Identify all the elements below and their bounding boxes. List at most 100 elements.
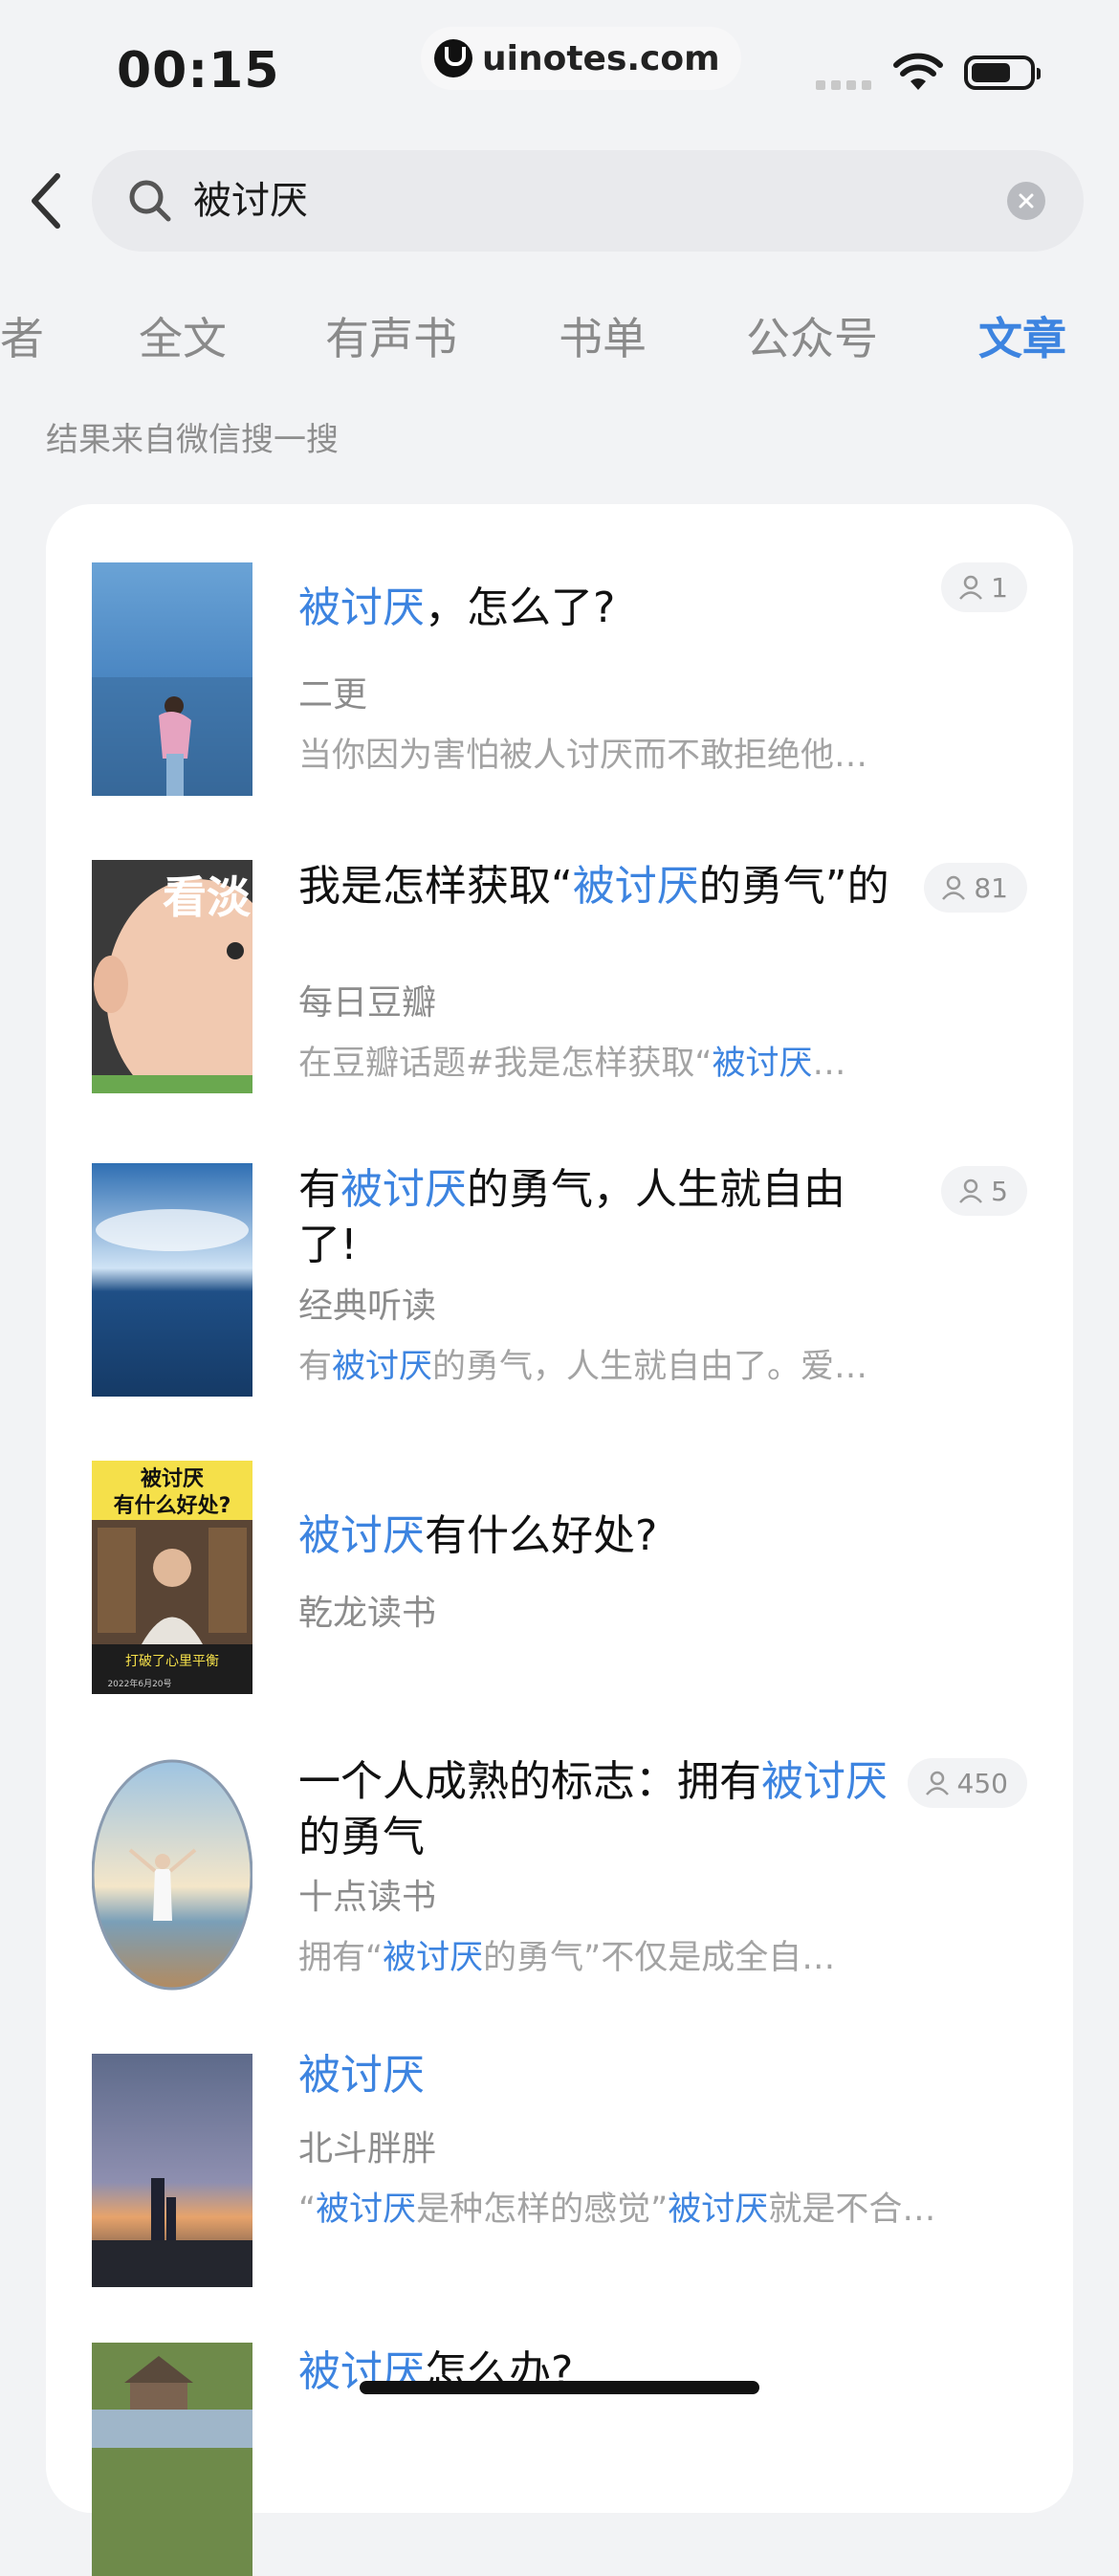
keyword-highlight: 被讨厌 (298, 583, 425, 632)
reader-count-badge: 81 (924, 863, 1027, 913)
list-item[interactable]: 被讨厌 有什么好处? 打破了心里平衡 2022年6月20号 被讨厌有什么好处? … (46, 1394, 1073, 1694)
article-title[interactable]: 被讨厌有什么好处? (298, 1508, 891, 1564)
reader-count: 81 (974, 871, 1008, 904)
thumbnail-text: 有什么好处? (114, 1493, 231, 1518)
watermark-logo-icon (434, 39, 472, 77)
thumbnail-text: 打破了心里平衡 (125, 1653, 219, 1669)
search-bar[interactable] (92, 150, 1084, 252)
article-snippet: 拥有“被讨厌的勇气”不仅是成全自… (298, 1930, 968, 1979)
article-snippet: 在豆瓣话题#我是怎样获取“被讨厌… (298, 1036, 968, 1085)
article-thumbnail: 被讨厌 有什么好处? 打破了心里平衡 2022年6月20号 (92, 1461, 252, 1694)
watermark-text: uinotes.com (482, 38, 720, 78)
clear-search-button[interactable] (1007, 182, 1045, 220)
close-icon (1019, 193, 1034, 209)
tab-official-account[interactable]: 公众号 (746, 304, 878, 367)
back-button[interactable] (17, 163, 75, 239)
battery-icon (964, 55, 1041, 90)
thumbnail-text: 2022年6月20号 (107, 1678, 171, 1689)
tab-articles[interactable]: 文章 (978, 304, 1066, 367)
list-item[interactable]: 有被讨厌的勇气，人生就自由了! 经典听读 有被讨厌的勇气，人生就自由了。爱… 5 (46, 1097, 1073, 1397)
source-note: 结果来自微信搜一搜 (46, 421, 339, 459)
text-segment: 的勇气”的 (698, 862, 889, 911)
text-segment: 的勇气 (298, 1813, 425, 1861)
article-title[interactable]: 被讨厌 (298, 2048, 891, 2103)
text-segment: 有什么好处? (425, 1511, 658, 1560)
article-thumbnail (92, 2054, 252, 2287)
text-segment: 在豆瓣话题#我是怎样获取“ (298, 1045, 713, 1083)
article-title[interactable]: 我是怎样获取“被讨厌的勇气”的 (298, 859, 891, 914)
tab-author[interactable]: 者 (0, 304, 44, 367)
home-indicator[interactable] (360, 2381, 759, 2394)
keyword-highlight: 被讨厌 (340, 1165, 467, 1214)
person-icon (925, 1771, 949, 1795)
article-thumbnail (92, 1758, 252, 1992)
text-segment: 的勇气，人生就自由了。爱… (432, 1348, 868, 1386)
keyword-highlight: 被讨厌 (298, 1511, 425, 1560)
article-author: 每日豆瓣 (298, 983, 437, 1023)
status-time: 00:15 (117, 42, 280, 99)
keyword-highlight: 被讨厌 (712, 1045, 813, 1083)
reader-count-badge: 450 (907, 1758, 1027, 1808)
search-input[interactable] (193, 150, 977, 252)
keyword-highlight: 被讨厌 (332, 1348, 433, 1386)
text-segment: 拥有“ (298, 1939, 384, 1977)
wifi-icon (893, 53, 943, 90)
keyword-highlight: 被讨厌 (668, 2191, 769, 2229)
article-author: 乾龙读书 (298, 1594, 437, 1633)
person-icon (942, 875, 966, 900)
text-segment: 有 (298, 1165, 340, 1214)
thumbnail-text: 被讨厌 (141, 1467, 204, 1491)
article-author: 北斗胖胖 (298, 2129, 437, 2169)
reader-count: 450 (956, 1767, 1008, 1799)
article-thumbnail (92, 2343, 252, 2576)
list-item[interactable]: 看淡 我是怎样获取“被讨厌的勇气”的 每日豆瓣 在豆瓣话题#我是怎样获取“被讨厌… (46, 801, 1073, 1097)
article-title[interactable]: 被讨厌，怎么了? (298, 581, 891, 636)
keyword-highlight: 被讨厌 (298, 2051, 425, 2100)
article-author: 经典听读 (298, 1287, 437, 1326)
watermark: uinotes.com (421, 27, 741, 90)
article-thumbnail (92, 562, 252, 796)
keyword-highlight: 被讨厌 (383, 1939, 484, 1977)
list-item[interactable]: 被讨厌，怎么了? 二更 当你因为害怕被人讨厌而不敢拒绝他… 1 (46, 504, 1073, 801)
reader-count-badge: 1 (941, 562, 1027, 612)
results-card: 被讨厌，怎么了? 二更 当你因为害怕被人讨厌而不敢拒绝他… 1 看淡 我是怎样获… (46, 504, 1073, 2576)
text-segment: ，怎么了? (425, 583, 616, 632)
keyword-highlight: 被讨厌 (761, 1757, 888, 1806)
article-author: 二更 (298, 675, 368, 715)
article-thumbnail: 看淡 (92, 860, 252, 1093)
article-title[interactable]: 有被讨厌的勇气，人生就自由了! (298, 1162, 891, 1273)
cellular-signal-icon (816, 80, 871, 90)
person-icon (959, 1178, 983, 1203)
tab-booklist[interactable]: 书单 (559, 304, 647, 367)
text-segment: … (812, 1045, 846, 1083)
chevron-left-icon (32, 173, 60, 229)
text-segment: “ (298, 2191, 317, 2229)
tab-fulltext[interactable]: 全文 (139, 304, 227, 367)
list-item[interactable]: 被讨厌怎么办? (46, 2283, 1073, 2576)
article-snippet: “被讨厌是种怎样的感觉”被讨厌就是不合… (298, 2182, 968, 2231)
text-segment: 有 (298, 1348, 333, 1386)
text-segment: 当你因为害怕被人讨厌而不敢拒绝他… (298, 737, 868, 775)
person-icon (959, 575, 983, 600)
tab-audiobook[interactable]: 有声书 (325, 304, 457, 367)
list-item[interactable]: 被讨厌 北斗胖胖 “被讨厌是种怎样的感觉”被讨厌就是不合… (46, 1987, 1073, 2287)
keyword-highlight: 被讨厌 (572, 862, 699, 911)
reader-count: 1 (991, 571, 1008, 604)
thumbnail-text: 看淡 (163, 871, 252, 923)
text-segment: 一个人成熟的标志：拥有 (298, 1757, 761, 1806)
text-segment: 我是怎样获取“ (298, 862, 573, 911)
reader-count: 5 (991, 1175, 1008, 1207)
status-bar: 00:15 uinotes.com (0, 0, 1119, 143)
text-segment: 是种怎样的感觉” (416, 2191, 669, 2229)
article-title[interactable]: 一个人成熟的标志：拥有被讨厌的勇气 (298, 1754, 891, 1865)
article-snippet: 当你因为害怕被人讨厌而不敢拒绝他… (298, 728, 968, 777)
text-segment: 的勇气”不仅是成全自… (483, 1939, 836, 1977)
list-item[interactable]: 一个人成熟的标志：拥有被讨厌的勇气 十点读书 拥有“被讨厌的勇气”不仅是成全自…… (46, 1690, 1073, 1992)
article-snippet: 有被讨厌的勇气，人生就自由了。爱… (298, 1339, 968, 1388)
search-icon (129, 180, 171, 222)
reader-count-badge: 5 (941, 1166, 1027, 1216)
keyword-highlight: 被讨厌 (316, 2191, 417, 2229)
article-thumbnail (92, 1163, 252, 1397)
article-author: 十点读书 (298, 1878, 437, 1917)
category-tabs: 者 全文 有声书 书单 公众号 文章 (0, 304, 1119, 371)
